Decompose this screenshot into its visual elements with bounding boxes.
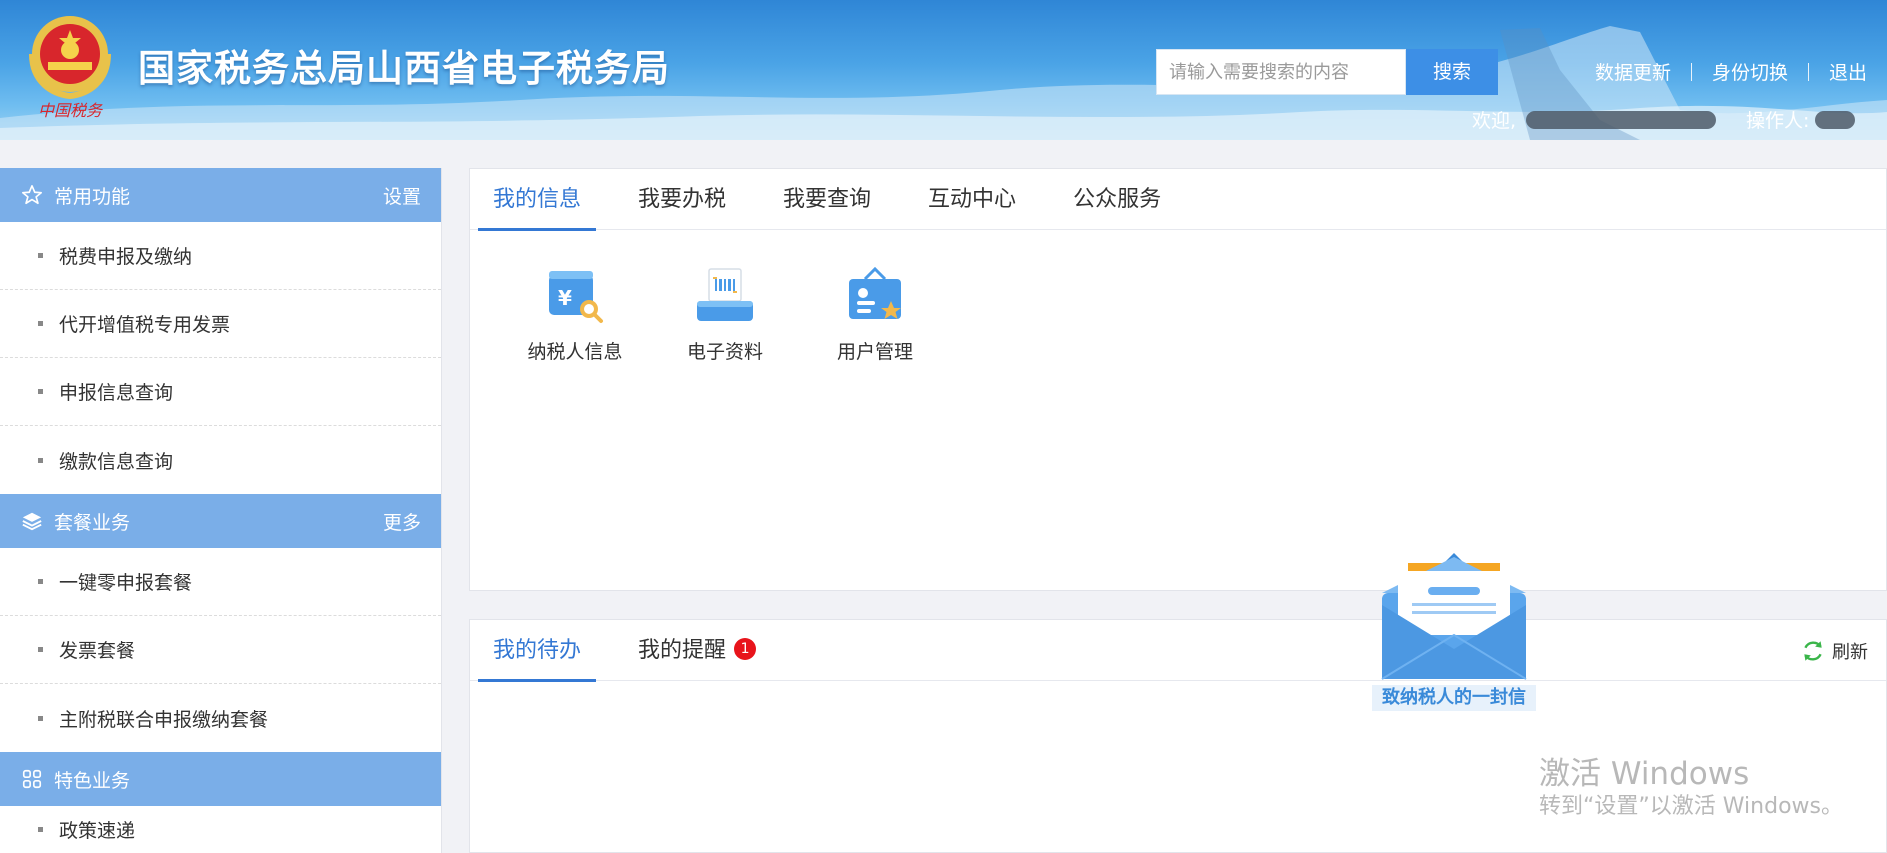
divider	[1807, 62, 1809, 81]
search-button[interactable]: 搜索	[1406, 49, 1498, 95]
section-title: 常用功能	[54, 185, 131, 208]
sidebar-item-tax-declaration[interactable]: 税费申报及缴纳	[0, 222, 441, 290]
layers-icon	[20, 509, 44, 533]
envelope-icon	[1381, 553, 1527, 680]
app-label: 纳税人信息	[527, 341, 623, 363]
app-label: 用户管理	[836, 341, 913, 363]
refresh-icon	[1804, 641, 1822, 661]
welcome-bar: 欢迎, 操作人:	[1472, 106, 1856, 133]
svg-text:¥: ¥	[558, 286, 572, 310]
tab-label: 我的提醒	[638, 638, 727, 663]
sidebar-item-label: 代开增值税专用发票	[59, 314, 231, 336]
letter-caption: 致纳税人的一封信	[1372, 685, 1536, 711]
bullet	[38, 457, 43, 463]
section-title: 套餐业务	[54, 511, 131, 534]
windows-activation-watermark: 激活 Windows	[1539, 756, 1750, 792]
tab-my-reminders[interactable]: 我的提醒 1	[623, 620, 771, 681]
app-taxpayer-info[interactable]: ¥ 纳税人信息	[500, 265, 650, 364]
tab-tax-handling[interactable]: 我要办税	[623, 169, 741, 230]
tab-query[interactable]: 我要查询	[768, 169, 886, 230]
tab-my-todo[interactable]: 我的待办	[478, 620, 597, 682]
main-tabs: 我的信息 我要办税 我要查询 互动中心 公众服务	[470, 169, 1886, 231]
redacted-user-name	[1526, 110, 1717, 129]
logout-link[interactable]: 退出	[1829, 58, 1867, 85]
lower-tabs: 我的待办 我的提醒 1 刷新	[470, 620, 1886, 682]
my-info-panel: 我的信息 我要办税 我要查询 互动中心 公众服务 ¥ 纳税人信息 电子资料 用户…	[469, 168, 1887, 591]
bullet	[38, 826, 43, 832]
sidebar-item-declaration-query[interactable]: 申报信息查询	[0, 358, 441, 426]
grid-icon	[20, 767, 44, 791]
refresh-button[interactable]: 刷新	[1800, 638, 1868, 664]
switch-identity-link[interactable]: 身份切换	[1712, 58, 1788, 85]
app-user-management[interactable]: 用户管理	[800, 265, 950, 364]
section-packages: 套餐业务 更多	[0, 494, 441, 548]
sidebar-item-invoice-package[interactable]: 发票套餐	[0, 616, 441, 684]
redacted-operator-name	[1815, 110, 1856, 129]
site-title: 国家税务总局山西省电子税务局	[138, 47, 670, 90]
bullet	[38, 647, 43, 652]
operator-label: 操作人:	[1746, 110, 1810, 132]
sidebar-item-label: 政策速递	[59, 819, 136, 842]
bullet	[38, 253, 43, 258]
welcome-label: 欢迎,	[1472, 110, 1517, 132]
app-grid: ¥ 纳税人信息 电子资料 用户管理	[470, 230, 1886, 364]
top-banner: 中国税务 国家税务总局山西省电子税务局 搜索 数据更新 身份切换 退出 欢迎, …	[0, 0, 1887, 140]
sidebar-item-payment-query[interactable]: 缴款信息查询	[0, 426, 441, 494]
tab-my-info[interactable]: 我的信息	[478, 169, 597, 231]
section-featured: 特色业务	[0, 752, 441, 806]
tab-interaction-center[interactable]: 互动中心	[913, 169, 1031, 230]
user-manage-icon	[849, 266, 901, 319]
app-e-documents[interactable]: 电子资料	[650, 265, 800, 364]
sidebar-item-zero-declaration[interactable]: 一键零申报套餐	[0, 548, 441, 616]
more-link[interactable]: 更多	[383, 508, 421, 535]
sidebar-item-label: 税费申报及缴纳	[59, 246, 193, 268]
bullet	[38, 579, 43, 584]
sidebar-item-label: 主附税联合申报缴纳套餐	[59, 708, 269, 731]
windows-activation-hint: 转到“设置”以激活 Windows。	[1539, 794, 1843, 819]
app-label: 电子资料	[686, 341, 763, 363]
taxpayer-info-icon: ¥	[549, 271, 603, 323]
sidebar: 常用功能 设置 税费申报及缴纳 代开增值税专用发票 申报信息查询 缴款信息查询 …	[0, 168, 442, 853]
letter-to-taxpayers-widget[interactable]: 致纳税人的一封信	[1372, 553, 1536, 713]
star-icon	[20, 183, 44, 207]
e-document-icon	[697, 268, 753, 321]
refresh-label: 刷新	[1832, 642, 1868, 663]
section-common-functions: 常用功能 设置	[0, 168, 441, 222]
tax-emblem-logo: 中国税务	[29, 16, 111, 120]
sidebar-item-label: 发票套餐	[59, 640, 136, 662]
bullet	[38, 389, 43, 394]
top-links: 数据更新 身份切换 退出	[1595, 58, 1867, 85]
sidebar-item-label: 缴款信息查询	[59, 450, 174, 473]
settings-link[interactable]: 设置	[383, 182, 421, 209]
search-input[interactable]	[1156, 49, 1406, 95]
bullet	[38, 715, 43, 721]
sidebar-item-label: 申报信息查询	[59, 382, 174, 404]
section-title: 特色业务	[54, 769, 131, 792]
svg-text:中国税务: 中国税务	[38, 101, 104, 120]
sidebar-item-vat-invoice[interactable]: 代开增值税专用发票	[0, 290, 441, 358]
data-update-link[interactable]: 数据更新	[1595, 58, 1671, 85]
divider	[1690, 62, 1692, 81]
reminder-count-badge: 1	[734, 638, 757, 660]
bullet	[38, 321, 43, 326]
sidebar-item-label: 一键零申报套餐	[59, 572, 193, 594]
sidebar-item-policy-express[interactable]: 政策速递	[0, 806, 441, 852]
tab-public-service[interactable]: 公众服务	[1058, 169, 1176, 230]
sidebar-item-combined-declaration[interactable]: 主附税联合申报缴纳套餐	[0, 684, 441, 752]
